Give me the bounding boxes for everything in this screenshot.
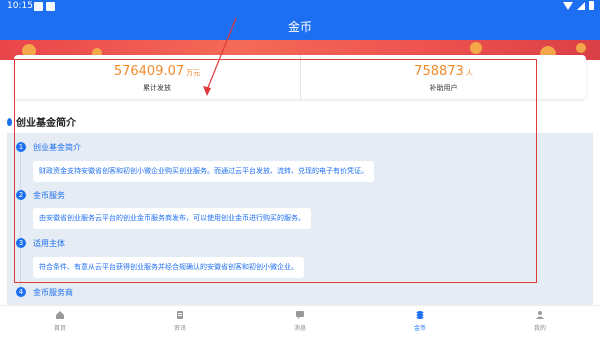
stat-total-issued: 576409.07 万元 累计发放 (14, 55, 300, 99)
item-title: 金币服务 (33, 191, 65, 200)
stat-value: 758873 (414, 64, 464, 79)
coins-icon (416, 311, 424, 319)
battery-icon (589, 1, 594, 10)
section-title: 创业基金简介 (7, 114, 76, 129)
stat-label: 累计发放 (143, 84, 171, 92)
item-title: 创业基金简介 (33, 143, 81, 152)
nav-item-home[interactable]: 首页 (0, 306, 120, 337)
page-title: 金币 (287, 20, 312, 34)
stat-label: 补助用户 (429, 84, 458, 92)
timeline-line (20, 148, 21, 298)
bottom-nav: 首页 资讯 消息 金币 我的 (0, 305, 600, 337)
nav-label: 我的 (533, 325, 546, 332)
wifi-icon (563, 1, 573, 10)
item-description: 财政资金支持安徽省创客和初创小微企业购买创业服务。而通过云平台发放、流转、兑现的… (33, 161, 374, 182)
drop-icon (7, 117, 12, 126)
step-number: 2 (16, 190, 26, 200)
nav-item-message[interactable]: 消息 (240, 306, 360, 337)
image-notification-icon (34, 2, 43, 11)
nav-label: 消息 (293, 325, 306, 332)
nav-item-coins[interactable]: 金币 (360, 306, 480, 337)
system-icons (563, 1, 594, 10)
item-title: 金币服务商 (33, 288, 73, 297)
step-number: 1 (16, 142, 26, 152)
nav-label: 金币 (413, 325, 426, 332)
item-description: 符合条件、有意从云平台获得创业服务并经合规确认的安徽省创客和初创小微企业。 (33, 257, 304, 278)
step-number: 3 (16, 238, 26, 248)
message-icon (296, 311, 304, 319)
status-bar: 10:15 (0, 0, 600, 14)
news-icon (177, 311, 183, 319)
coin-decoration (576, 43, 586, 53)
stat-unit: 万元 (186, 69, 201, 77)
status-time: 10:15 (7, 1, 33, 11)
nav-label: 首页 (53, 325, 66, 332)
app-notification-icon (46, 2, 55, 11)
stats-card: 576409.07 万元 累计发放 758873 人 补助用户 (14, 55, 586, 99)
intro-panel[interactable]: 1 创业基金简介 财政资金支持安徽省创客和初创小微企业购买创业服务。而通过云平台… (7, 133, 593, 305)
app-bar: 金币 (0, 14, 600, 40)
item-title: 适用主体 (33, 239, 65, 248)
notification-icons (34, 2, 55, 11)
item-description: 由安徽省创业服务云平台的创业金币服务商发布，可以使用创业金币进行购买的服务。 (33, 208, 311, 229)
stat-value: 576409.07 (113, 64, 185, 79)
stat-subsidized-users: 758873 人 补助用户 (300, 55, 586, 99)
nav-item-news[interactable]: 资讯 (120, 306, 240, 337)
coin-decoration (470, 42, 482, 54)
home-icon (56, 311, 64, 319)
step-number: 4 (16, 287, 26, 297)
stat-unit: 人 (465, 69, 473, 77)
nav-label: 资讯 (173, 325, 186, 332)
signal-icon (577, 1, 585, 10)
user-icon (536, 311, 544, 319)
nav-item-mine[interactable]: 我的 (480, 306, 600, 337)
